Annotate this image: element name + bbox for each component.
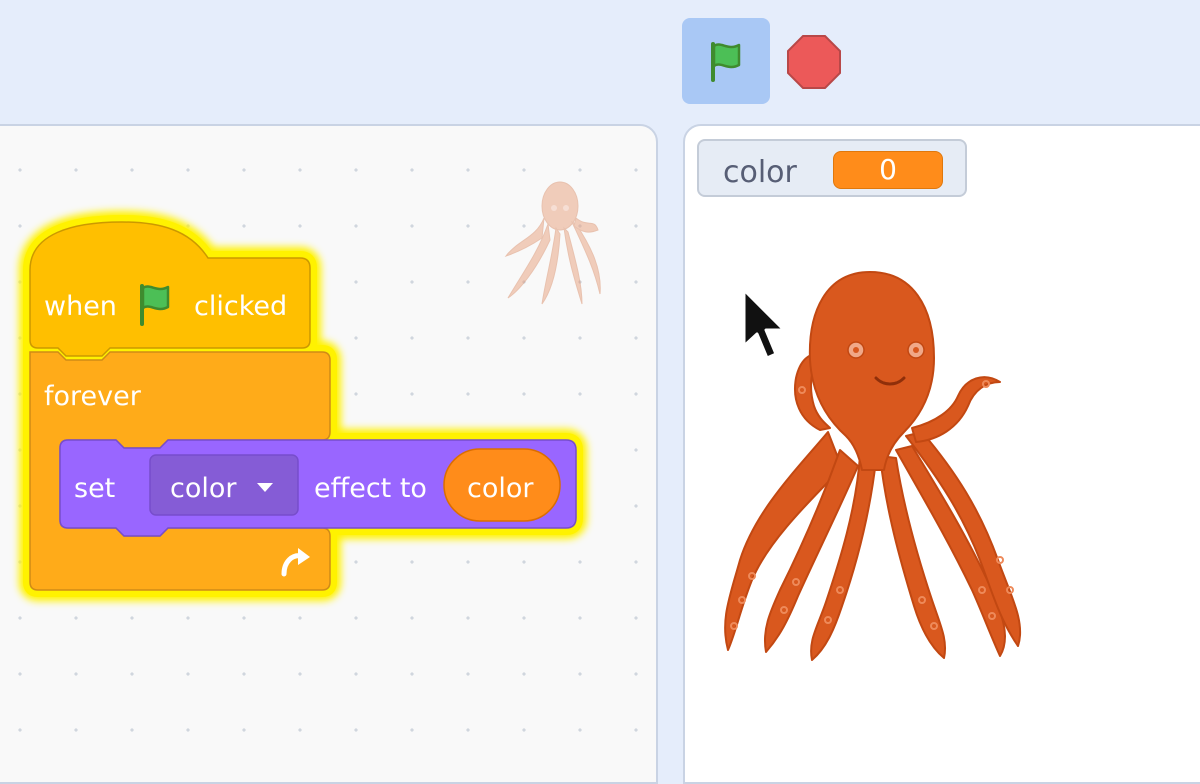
variable-value: 0 [833, 151, 943, 189]
reporter-label: color [467, 473, 534, 504]
stop-sign-icon [787, 35, 841, 89]
effect-to-label: effect to [314, 473, 427, 504]
hat-suffix-label: clicked [194, 291, 287, 322]
variable-name: color [723, 155, 797, 190]
green-flag-icon [711, 42, 741, 82]
green-flag-button[interactable] [682, 18, 770, 104]
octopus-sprite-thumbnail [504, 181, 601, 305]
color-variable-reporter[interactable]: color [443, 448, 561, 522]
variable-monitor[interactable]: color 0 [697, 139, 967, 197]
set-effect-block[interactable]: set color effect to color [59, 439, 577, 537]
effect-dropdown-value: color [170, 473, 237, 504]
top-bar [0, 0, 1200, 124]
set-label: set [74, 473, 115, 504]
stop-button[interactable] [784, 32, 844, 92]
forever-label: forever [44, 381, 142, 412]
effect-dropdown[interactable]: color [149, 454, 299, 516]
mouse-pointer-icon [742, 288, 786, 360]
hat-prefix-label: when [44, 291, 117, 322]
